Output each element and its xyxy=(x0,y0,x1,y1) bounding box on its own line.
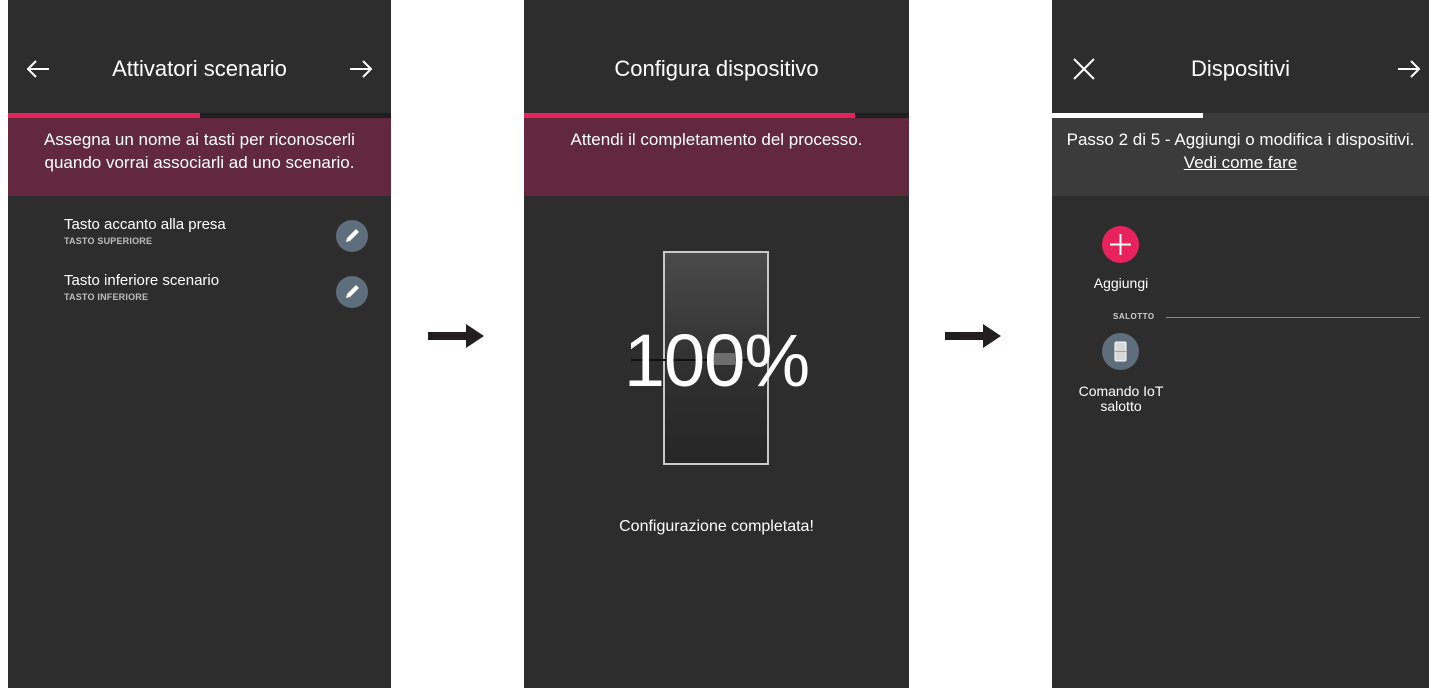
add-button[interactable] xyxy=(1102,226,1139,263)
header: Dispositivi xyxy=(1052,0,1429,110)
help-link[interactable]: Vedi come fare xyxy=(1184,153,1297,172)
flow-arrow-icon xyxy=(428,322,484,350)
info-banner: Passo 2 di 5 - Aggiungi o modifica i dis… xyxy=(1052,118,1429,196)
device-label: Comando IoT salotto xyxy=(1078,383,1164,414)
screen-attivatori-scenario: Attivatori scenario Assegna un nome ai t… xyxy=(8,0,391,688)
step-text: Passo 2 di 5 - Aggiungi o modifica i dis… xyxy=(1066,130,1415,149)
banner-text: Passo 2 di 5 - Aggiungi o modifica i dis… xyxy=(1052,118,1429,174)
button-name: Tasto inferiore scenario xyxy=(64,272,220,289)
banner-text: Attendi il completamento del processo. xyxy=(570,130,863,149)
add-label: Aggiungi xyxy=(1093,275,1149,291)
section-label: SALOTTO xyxy=(1113,312,1155,321)
section-divider xyxy=(1166,317,1420,318)
button-position: TASTO SUPERIORE xyxy=(64,236,153,246)
banner-text: Assegna un nome ai tasti per riconoscerl… xyxy=(44,130,355,172)
status-text: Configurazione completata! xyxy=(619,518,814,535)
plus-icon xyxy=(1110,234,1131,255)
screen-dispositivi: Dispositivi Passo 2 di 5 - Aggiungi o mo… xyxy=(1052,0,1429,688)
page-title: Configura dispositivo xyxy=(614,56,819,81)
page-title: Dispositivi xyxy=(1190,56,1291,81)
device-button[interactable] xyxy=(1102,333,1139,370)
header: Attivatori scenario xyxy=(8,0,391,110)
info-banner: Attendi il completamento del processo. xyxy=(524,118,909,196)
arrow-right-icon[interactable] xyxy=(345,53,377,85)
arrow-right-icon[interactable] xyxy=(1393,53,1425,85)
list-item-button-2[interactable]: Tasto inferiore scenario TASTO INFERIORE xyxy=(8,272,391,324)
button-position: TASTO INFERIORE xyxy=(64,292,149,302)
flow-arrow-icon xyxy=(945,322,1001,350)
switch-icon xyxy=(1114,341,1127,362)
info-banner: Assegna un nome ai tasti per riconoscerl… xyxy=(8,118,391,196)
page-title: Attivatori scenario xyxy=(112,56,287,81)
pencil-icon[interactable] xyxy=(336,220,368,252)
button-name: Tasto accanto alla presa xyxy=(64,216,226,233)
list-item-button-1[interactable]: Tasto accanto alla presa TASTO SUPERIORE xyxy=(8,216,391,268)
screen-configura-dispositivo: Configura dispositivo Attendi il complet… xyxy=(524,0,909,688)
progress-percent: 100% xyxy=(623,319,810,402)
header: Configura dispositivo xyxy=(524,0,909,110)
pencil-icon[interactable] xyxy=(336,276,368,308)
